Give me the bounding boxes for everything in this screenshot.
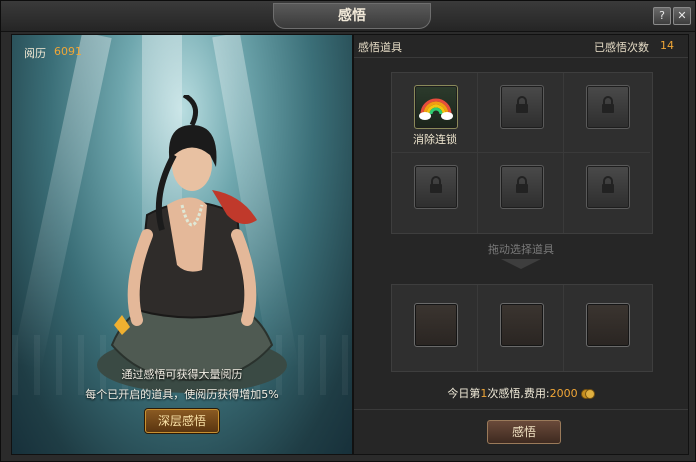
item-cell [564,153,650,233]
selected-items-area [391,284,653,372]
title-bar[interactable]: 感悟 ? ✕ [1,1,695,32]
experience-label: 阅历 [24,47,46,60]
hint-text-line2: 每个已开启的道具，使阅历获得增加5% [85,388,279,401]
item-name: 消除连锁 [413,133,457,146]
lock-icon [602,96,614,113]
item-slot-4[interactable] [414,165,458,209]
item-cell: 消除连锁 [392,73,478,153]
lock-icon [602,176,614,193]
selected-slot-3[interactable] [586,303,630,347]
lock-icon [430,176,442,193]
divider [354,409,688,410]
drop-cell [564,285,650,371]
insight-items-panel: 感悟道具 已感悟次数 14 消除连锁 拖动选择道具 今日第1次感悟,费用:200… [353,34,689,455]
experience-value: 6091 [54,45,82,58]
cost-prefix: 今日第 [447,387,481,400]
down-arrow-icon [501,259,541,269]
item-slot-3[interactable] [586,85,630,129]
selected-slot-2[interactable] [500,303,544,347]
rainbow-icon [419,98,453,120]
insight-count-label: 已感悟次数 [594,41,649,54]
item-slot-2[interactable] [500,85,544,129]
cost-line: 今日第1次感悟,费用:2000 [354,385,688,401]
close-button[interactable]: ✕ [673,7,691,25]
item-grid: 消除连锁 [391,72,653,234]
cost-value: 2000 [549,387,578,400]
panel-header: 感悟道具 已感悟次数 14 [354,35,688,58]
help-button[interactable]: ? [653,7,671,25]
deep-insight-button[interactable]: 深层感悟 [145,409,219,433]
window-title: 感悟 [273,3,431,29]
item-slot-6[interactable] [586,165,630,209]
item-cell [392,153,478,233]
selected-slot-1[interactable] [414,303,458,347]
drop-cell [392,285,478,371]
character-illustration-panel: 阅历 6091 通过感悟可获得大量阅历 每个已开启的道具，使阅历获得增加5% 深… [11,34,353,455]
insight-window: 感悟 ? ✕ 阅历 6091 通过感悟可获得大量阅历 每个已开启的道具，使阅历获… [0,0,696,462]
coin-icon [580,389,595,399]
item-cell [478,73,564,153]
item-slot-5[interactable] [500,165,544,209]
hint-text-line1: 通过感悟可获得大量阅历 [121,368,243,381]
meditating-character [97,95,287,393]
item-cell [564,73,650,153]
drop-cell [478,285,564,371]
drag-instruction: 拖动选择道具 [488,243,554,256]
lock-icon [516,176,528,193]
items-title: 感悟道具 [358,41,402,54]
item-slot-1[interactable] [414,85,458,129]
lock-icon [516,96,528,113]
cost-middle: 次感悟,费用: [487,387,550,400]
item-cell [478,153,564,233]
insight-count-value: 14 [660,39,674,52]
insight-button[interactable]: 感悟 [487,420,561,444]
